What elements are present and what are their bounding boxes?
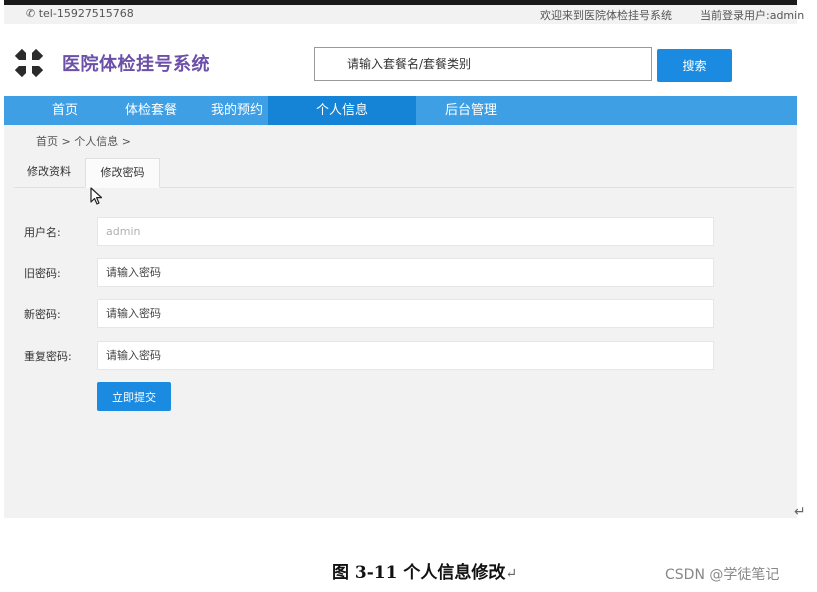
submit-button[interactable]: 立即提交: [97, 382, 171, 411]
old-password-label: 旧密码:: [24, 267, 61, 280]
medical-cross-icon[interactable]: [12, 46, 46, 80]
caption-text: 图 3-11 个人信息修改: [332, 563, 506, 583]
mouse-pointer-icon: [89, 187, 105, 207]
paragraph-mark: ↵: [794, 504, 806, 520]
old-password-field[interactable]: [97, 258, 714, 287]
search-button[interactable]: 搜索: [657, 49, 732, 82]
new-password-label: 新密码:: [24, 308, 61, 321]
nav-item-home[interactable]: 首页: [34, 96, 96, 125]
tab-edit-profile[interactable]: 修改资料: [14, 158, 84, 188]
tab-change-password[interactable]: 修改密码: [85, 158, 160, 188]
username-field[interactable]: [97, 217, 714, 246]
watermark: CSDN @学徒笔记: [665, 567, 780, 583]
site-title[interactable]: 医院体检挂号系统: [62, 50, 210, 76]
nav-item-packages[interactable]: 体检套餐: [114, 96, 188, 125]
nav-item-admin[interactable]: 后台管理: [432, 96, 510, 125]
nav-item-my-appointments[interactable]: 我的预约: [200, 96, 274, 125]
nav-item-personal-info[interactable]: 个人信息: [268, 96, 416, 125]
breadcrumb: 首页 > 个人信息 >: [36, 135, 131, 148]
repeat-password-field[interactable]: [97, 341, 714, 370]
username-label: 用户名:: [24, 226, 61, 239]
repeat-password-label: 重复密码:: [24, 350, 72, 363]
main-nav: 首页 体检套餐 我的预约 个人信息 后台管理: [4, 96, 797, 125]
figure-caption: 图 3-11 个人信息修改↵: [332, 558, 517, 583]
welcome-text: 欢迎来到医院体检挂号系统: [540, 9, 672, 22]
current-user-text: 当前登录用户:admin: [700, 9, 805, 22]
new-password-field[interactable]: [97, 299, 714, 328]
phone-number: ✆ tel-15927515768: [26, 7, 134, 20]
search-input[interactable]: [314, 47, 652, 81]
top-info-bar: ✆ tel-15927515768 欢迎来到医院体检挂号系统 当前登录用户:ad…: [4, 5, 804, 24]
caption-paragraph-mark: ↵: [505, 566, 518, 582]
